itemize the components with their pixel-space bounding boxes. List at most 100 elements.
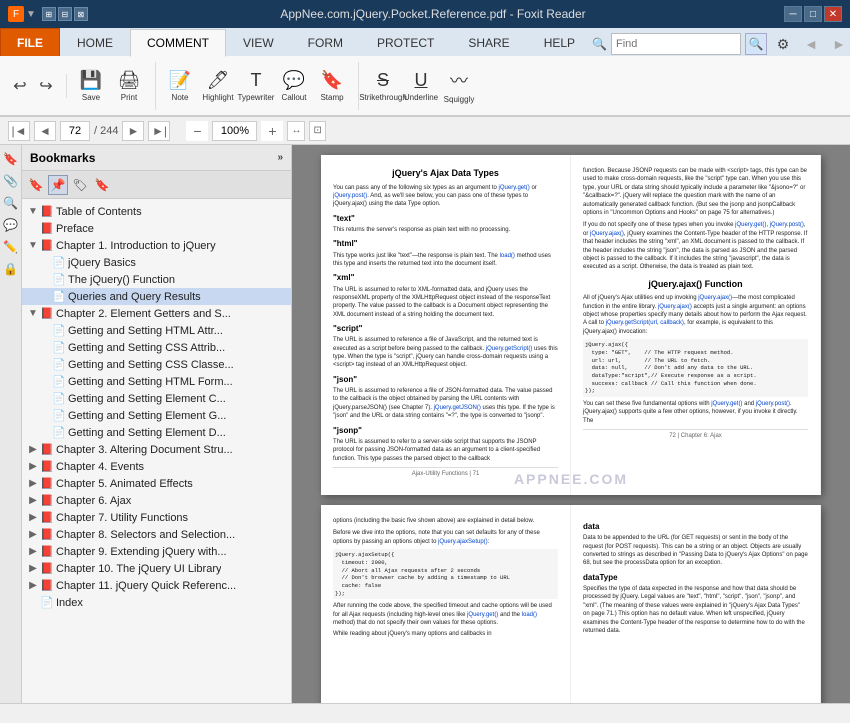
- minimize-button[interactable]: ─: [784, 6, 802, 22]
- search-panel-icon[interactable]: 🔍: [1, 193, 21, 213]
- page-area[interactable]: jQuery's Ajax Data Types You can pass an…: [292, 145, 850, 703]
- bookmark-item-ch2-2[interactable]: 📄 Getting and Setting CSS Attrib...: [22, 339, 291, 356]
- toolbar-group-2: 💾 Save 🖨 Print: [73, 62, 156, 110]
- sidebar-tool-delete[interactable]: 🔖: [92, 175, 112, 195]
- next-page-button[interactable]: ►: [122, 121, 144, 141]
- bookmark-label-ch11: Chapter 11. jQuery Quick Referenc...: [56, 580, 236, 592]
- sticky-note-button[interactable]: 📝 Note: [162, 62, 198, 110]
- fit-width-button[interactable]: ↔: [287, 121, 305, 141]
- sidebar-tool-expand[interactable]: 📌: [48, 175, 68, 195]
- search-button[interactable]: 🔍: [745, 33, 767, 55]
- underline-icon: U: [415, 70, 428, 91]
- search-area: 🔍 🔍 ⚙ ◄ ►: [592, 32, 850, 56]
- bookmark-item-ch2[interactable]: ▼ 📕 Chapter 2. Element Getters and S...: [22, 305, 291, 322]
- bookmark-item-ch2-3[interactable]: 📄 Getting and Setting CSS Classe...: [22, 356, 291, 373]
- page-input[interactable]: [60, 121, 90, 141]
- zoom-out-button[interactable]: −: [186, 121, 208, 141]
- prev-page-button[interactable]: ◄: [34, 121, 56, 141]
- undo-icon[interactable]: ↩: [8, 74, 32, 98]
- fit-page-button[interactable]: ⊡: [309, 121, 325, 141]
- nav-prev-icon[interactable]: ◄: [799, 32, 823, 56]
- tab-home[interactable]: HOME: [60, 28, 130, 56]
- sidebar-expand-arrow[interactable]: »: [277, 152, 283, 163]
- bookmark-item-ch1-func[interactable]: 📄 The jQuery() Function: [22, 271, 291, 288]
- window-icon-1[interactable]: ⊞: [42, 7, 56, 21]
- tab-comment[interactable]: COMMENT: [130, 29, 226, 57]
- ribbon: FILE HOME COMMENT VIEW FORM PROTECT SHAR…: [0, 28, 850, 117]
- tab-help[interactable]: HELP: [527, 28, 592, 56]
- title-bar-left: F ▼ ⊞ ⊟ ⊠: [8, 6, 88, 22]
- print-button[interactable]: 🖨 Print: [111, 62, 147, 110]
- window-icon-2[interactable]: ⊟: [58, 7, 72, 21]
- bookmark-item-toc[interactable]: ▼ 📕 Table of Contents: [22, 203, 291, 220]
- bookmark-item-ch2-1[interactable]: 📄 Getting and Setting HTML Attr...: [22, 322, 291, 339]
- bookmark-item-ch1[interactable]: ▼ 📕 Chapter 1. Introduction to jQuery: [22, 237, 291, 254]
- window-icon-3[interactable]: ⊠: [74, 7, 88, 21]
- attachment-panel-icon[interactable]: 📎: [1, 171, 21, 191]
- bookmark-item-ch3[interactable]: ▶ 📕 Chapter 3. Altering Document Stru...: [22, 441, 291, 458]
- save-label: Save: [82, 93, 100, 102]
- stamp-button[interactable]: 🔖 Stamp: [314, 62, 350, 110]
- search-input[interactable]: [611, 33, 741, 55]
- first-page-button[interactable]: |◄: [8, 121, 30, 141]
- sidebar: Bookmarks » 🔖 📌 🏷 🔖 ▼ 📕 Table of Content…: [22, 145, 292, 703]
- zoom-in-button[interactable]: +: [261, 121, 283, 141]
- bookmark-item-ch10[interactable]: ▶ 📕 Chapter 10. The jQuery UI Library: [22, 560, 291, 577]
- security-panel-icon[interactable]: 🔒: [1, 259, 21, 279]
- title-bar-menu-icon[interactable]: ▼: [26, 9, 36, 20]
- bookmark-item-ch9[interactable]: ▶ 📕 Chapter 9. Extending jQuery with...: [22, 543, 291, 560]
- bookmark-item-ch2-6[interactable]: 📄 Getting and Setting Element G...: [22, 407, 291, 424]
- bookmark-item-ch7[interactable]: ▶ 📕 Chapter 7. Utility Functions: [22, 509, 291, 526]
- tab-protect[interactable]: PROTECT: [360, 28, 451, 56]
- tab-view[interactable]: VIEW: [226, 28, 291, 56]
- bookmark-icon-ch2-5: 📄: [52, 392, 66, 405]
- underline-button[interactable]: U Underline: [403, 62, 439, 110]
- bookmark-item-ch4[interactable]: ▶ 📕 Chapter 4. Events: [22, 458, 291, 475]
- sidebar-header: Bookmarks »: [22, 145, 291, 171]
- bookmark-item-ch2-7[interactable]: 📄 Getting and Setting Element D...: [22, 424, 291, 441]
- save-button[interactable]: 💾 Save: [73, 62, 109, 110]
- bookmark-label-ch3: Chapter 3. Altering Document Stru...: [56, 444, 233, 456]
- bookmark-item-ch11[interactable]: ▶ 📕 Chapter 11. jQuery Quick Referenc...: [22, 577, 291, 594]
- page-total: / 244: [94, 125, 118, 137]
- sidebar-tool-collapse[interactable]: 🏷: [70, 175, 90, 195]
- pdf-text-73-1: options (including the basic five shown …: [333, 517, 558, 525]
- tab-form[interactable]: FORM: [291, 28, 360, 56]
- stamp-icon: 🔖: [321, 70, 343, 91]
- callout-button[interactable]: 💬 Callout: [276, 62, 312, 110]
- sidebar-tool-new[interactable]: 🔖: [26, 175, 46, 195]
- bookmark-item-preface[interactable]: 📕 Preface: [22, 220, 291, 237]
- redo-icon[interactable]: ↪: [34, 74, 58, 98]
- zoom-input[interactable]: [212, 121, 257, 141]
- bookmark-item-ch5[interactable]: ▶ 📕 Chapter 5. Animated Effects: [22, 475, 291, 492]
- highlight-button[interactable]: 🖊 Highlight: [200, 62, 236, 110]
- bookmark-item-ch1-basics[interactable]: 📄 jQuery Basics: [22, 254, 291, 271]
- settings-icon[interactable]: ⚙: [771, 32, 795, 56]
- bookmark-item-ch2-5[interactable]: 📄 Getting and Setting Element C...: [22, 390, 291, 407]
- pdf-text-type-html: This type works just like "text"—the res…: [333, 252, 558, 269]
- bookmark-icon-ch2-7: 📄: [52, 426, 66, 439]
- bookmark-item-ch6[interactable]: ▶ 📕 Chapter 6. Ajax: [22, 492, 291, 509]
- bookmark-item-index[interactable]: 📄 Index: [22, 594, 291, 611]
- strikethrough-button[interactable]: S Strikethrough: [365, 62, 401, 110]
- maximize-button[interactable]: □: [804, 6, 822, 22]
- comments-panel-icon[interactable]: 💬: [1, 215, 21, 235]
- bookmark-icon-ch8: 📕: [40, 528, 54, 541]
- sign-panel-icon[interactable]: ✏️: [1, 237, 21, 257]
- bookmark-label-ch1-queries: Queries and Query Results: [68, 291, 201, 303]
- bookmark-item-ch1-queries[interactable]: 📄 Queries and Query Results: [22, 288, 291, 305]
- typewriter-button[interactable]: T Typewriter: [238, 62, 274, 110]
- bookmark-icon-preface: 📕: [40, 222, 54, 235]
- nav-next-icon[interactable]: ►: [827, 32, 850, 56]
- tab-file[interactable]: FILE: [0, 28, 60, 56]
- close-button[interactable]: ✕: [824, 6, 842, 22]
- squiggly-button[interactable]: 〰 Squiggly: [441, 62, 477, 110]
- bookmark-label-ch1-func: The jQuery() Function: [68, 274, 175, 286]
- bookmark-panel-icon[interactable]: 🔖: [1, 149, 21, 169]
- bookmark-label-ch6: Chapter 6. Ajax: [56, 495, 131, 507]
- bookmark-item-ch2-4[interactable]: 📄 Getting and Setting HTML Form...: [22, 373, 291, 390]
- tab-share[interactable]: SHARE: [451, 28, 526, 56]
- last-page-button[interactable]: ►|: [148, 121, 170, 141]
- pdf-text-type-xml: The URL is assumed to refer to XML-forma…: [333, 286, 558, 320]
- bookmark-item-ch8[interactable]: ▶ 📕 Chapter 8. Selectors and Selection..…: [22, 526, 291, 543]
